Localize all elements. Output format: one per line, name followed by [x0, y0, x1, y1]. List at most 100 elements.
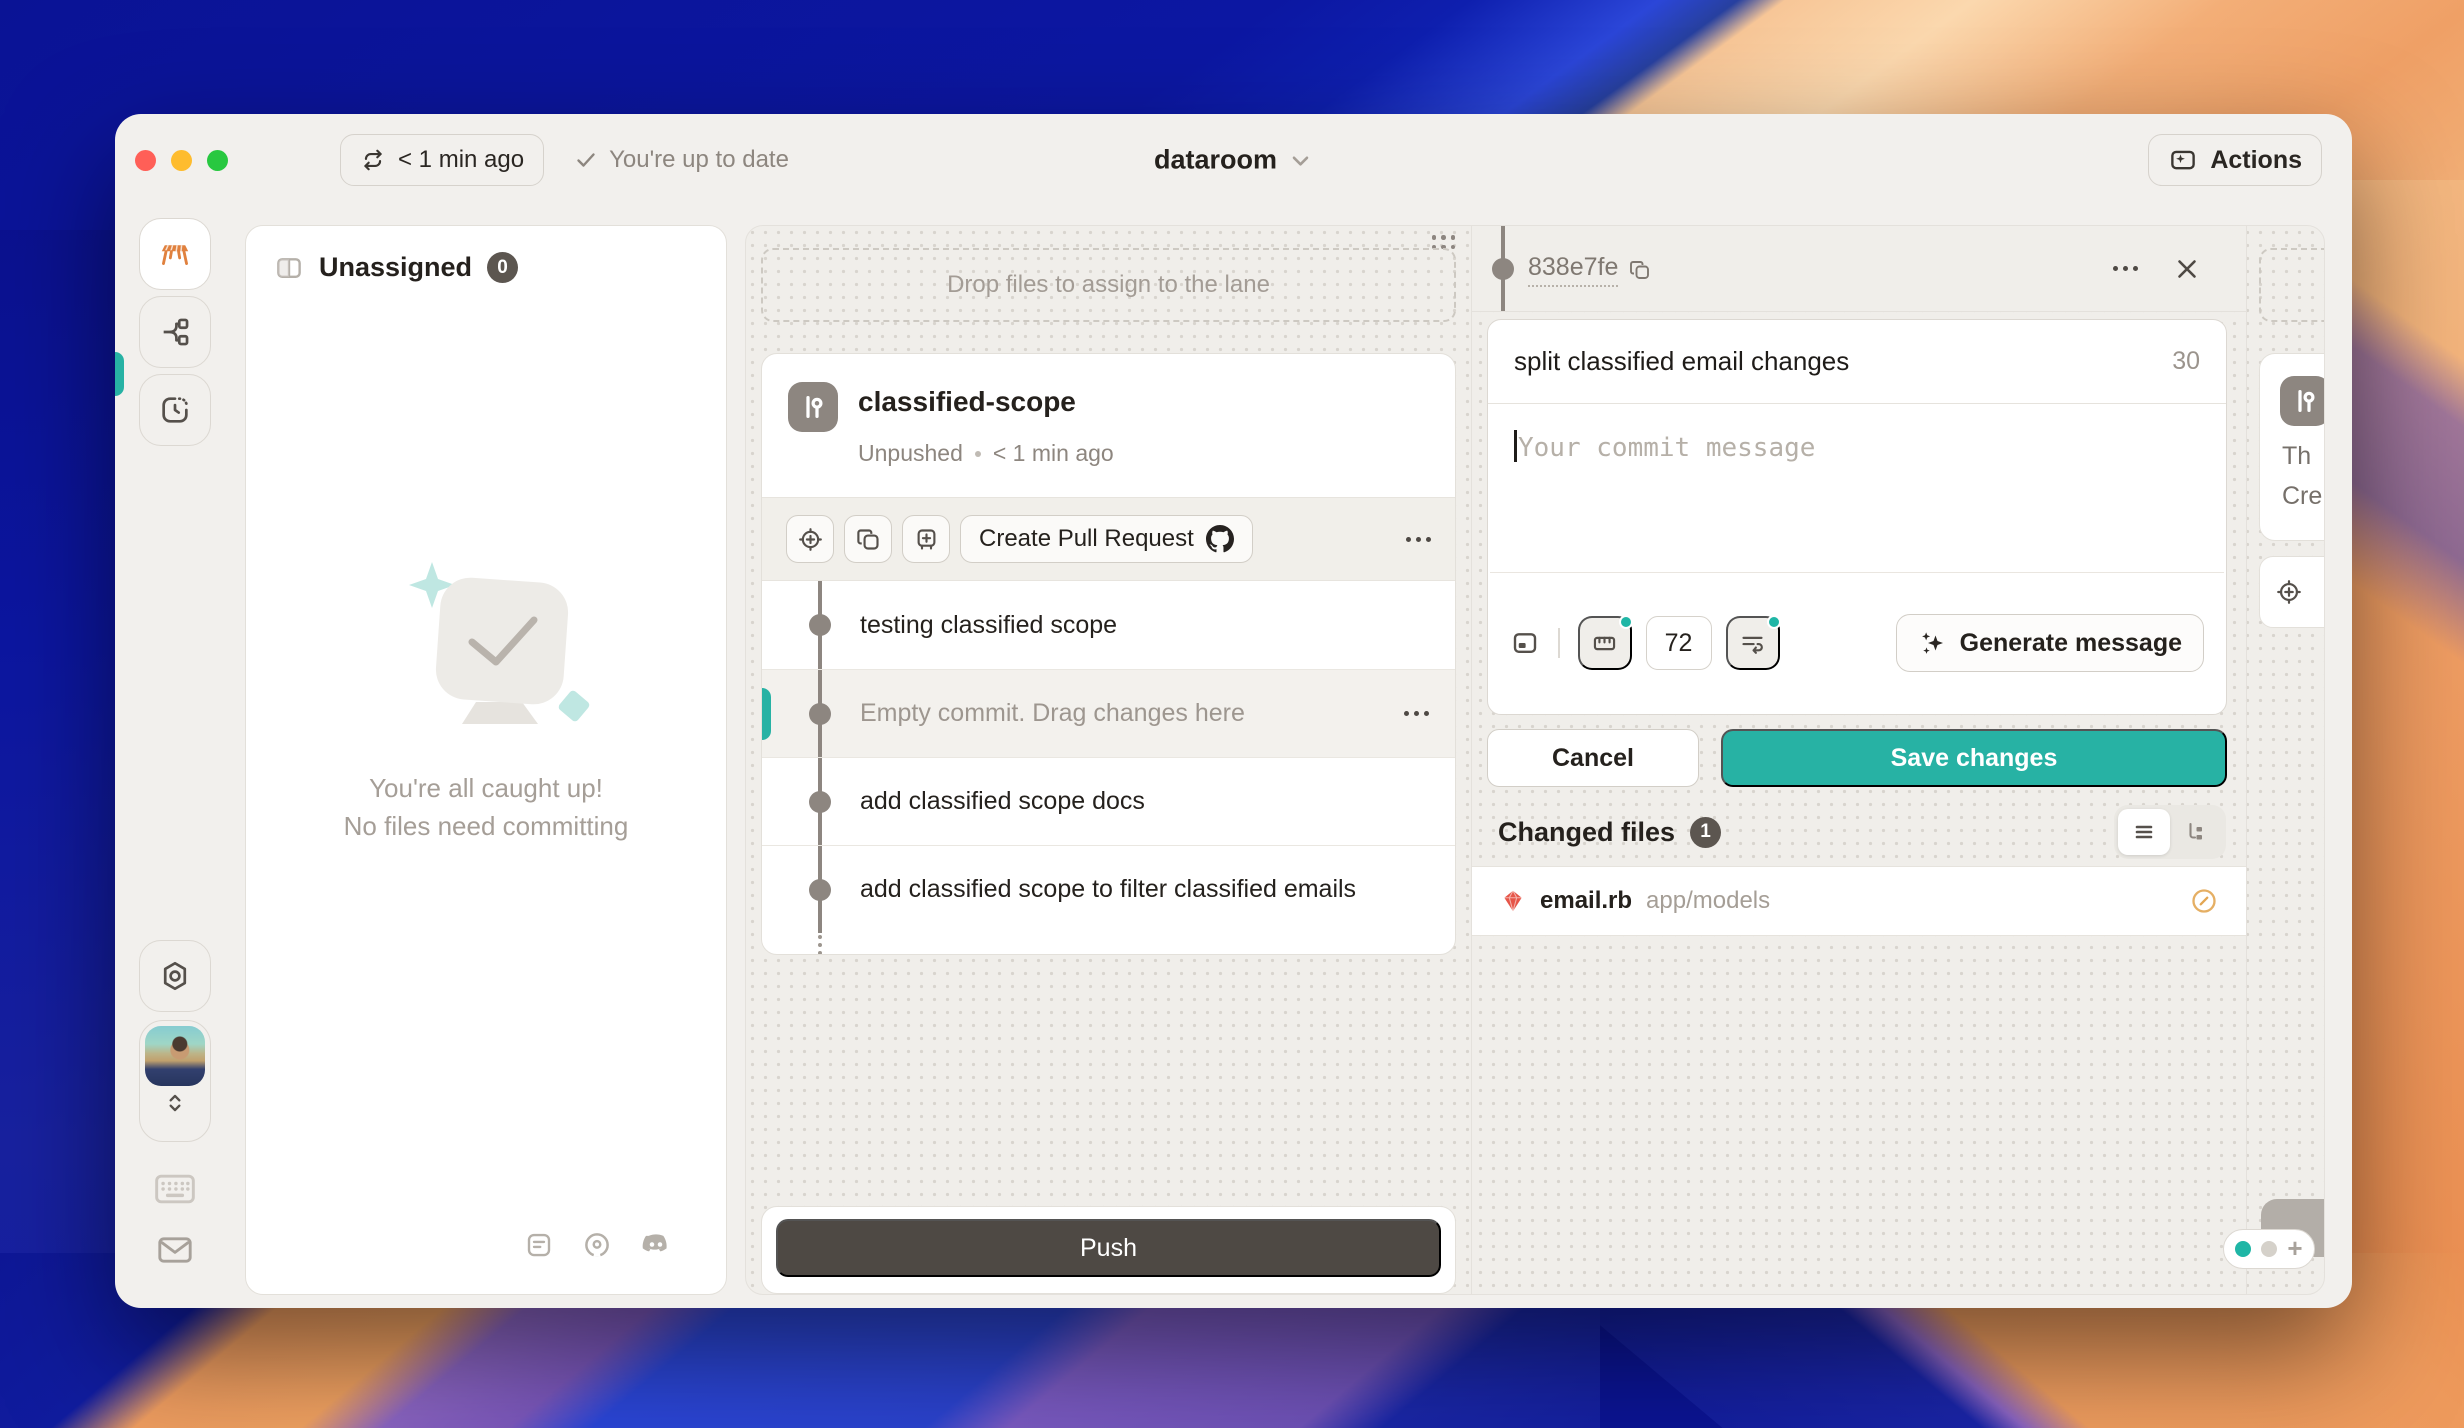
empty-state: You're all caught up! No files need comm… [246, 546, 726, 845]
commit-message-textarea[interactable]: Your commit message [1488, 404, 2226, 572]
commit-dot-icon [809, 614, 831, 636]
assign-target-button[interactable] [2259, 556, 2325, 628]
divider [1558, 628, 1560, 658]
tree-view-button[interactable] [2170, 809, 2222, 855]
drag-handle-icon[interactable] [1432, 235, 1456, 249]
copy-branch-button[interactable] [844, 515, 892, 563]
commit-kebab-menu[interactable] [1404, 711, 1429, 716]
app-window: < 1 min ago You're up to date dataroom A… [115, 114, 2352, 1308]
keyboard-shortcuts-button[interactable] [139, 1172, 211, 1206]
rail-item-branches[interactable] [139, 296, 211, 368]
rail-item-settings[interactable] [139, 940, 211, 1012]
caught-up-illustration [366, 546, 606, 736]
cancel-button[interactable]: Cancel [1487, 729, 1699, 787]
editor-toolbar: 72 [1488, 573, 2226, 713]
push-button[interactable]: Push [776, 1219, 1441, 1277]
enabled-dot [1619, 615, 1633, 629]
user-menu[interactable] [139, 1020, 211, 1142]
title-char-count: 30 [2172, 347, 2200, 376]
up-to-date-status: You're up to date [574, 146, 789, 174]
gear-icon [158, 959, 192, 993]
branch-card[interactable]: Th Cre [2259, 353, 2325, 541]
generate-message-label: Generate message [1960, 629, 2182, 658]
plus-icon[interactable]: + [2287, 1235, 2302, 1261]
lane-footer: Push [761, 1206, 1456, 1294]
rail-item-workspace[interactable] [139, 218, 211, 290]
open-source-button[interactable] [582, 1230, 612, 1260]
list-view-button[interactable] [2118, 809, 2170, 855]
commit-id[interactable]: 838e7fe [1528, 253, 1618, 287]
save-changes-button[interactable]: Save changes [1721, 729, 2227, 787]
left-rail [139, 206, 211, 1308]
wrap-column-input[interactable]: 72 [1646, 616, 1712, 670]
lane-dropzone[interactable] [2259, 248, 2325, 322]
next-lane-peek: Th Cre [2246, 226, 2325, 1294]
assign-target-button[interactable] [786, 515, 834, 563]
unassigned-panel: Unassigned 0 You're all caught up! No fi… [245, 225, 727, 1295]
close-window-button[interactable] [135, 150, 156, 171]
commit-message: add classified scope docs [860, 787, 1145, 816]
page-dot-active[interactable] [2235, 1241, 2251, 1257]
workspace-canvas: Drop files to assign to the lane classif… [745, 225, 2325, 1295]
rail-item-history[interactable] [139, 374, 211, 446]
empty-state-line1: You're all caught up! [246, 770, 726, 808]
check-icon [574, 148, 598, 172]
mail-icon [155, 1234, 195, 1266]
copy-icon[interactable] [1628, 258, 1652, 282]
commit-row[interactable]: testing classified scope [762, 581, 1455, 669]
actions-icon [2168, 145, 2198, 175]
editor-mode-icon[interactable] [1510, 628, 1540, 658]
tree-icon [2184, 820, 2208, 844]
lane-dropzone[interactable]: Drop files to assign to the lane [761, 248, 1456, 322]
create-pull-request-button[interactable]: Create Pull Request [960, 515, 1253, 563]
branch-kebab-menu[interactable] [1406, 537, 1431, 542]
commit-title-input[interactable] [1514, 346, 2172, 377]
ruler-toggle-button[interactable] [1578, 616, 1632, 670]
commit-row[interactable]: add classified scope docs [762, 757, 1455, 845]
branch-header[interactable]: classified-scope Unpushed < 1 min ago [762, 354, 1455, 497]
modified-icon [2190, 887, 2218, 915]
branch-actions-bar: Create Pull Request [762, 497, 1455, 581]
feedback-button[interactable] [139, 1234, 211, 1266]
commit-detail-panel: 838e7fe 30 [1471, 226, 2246, 1294]
save-changes-label: Save changes [1891, 744, 2058, 773]
commit-detail-header: 838e7fe [1472, 226, 2246, 312]
commit-message: add classified scope to filter classifie… [860, 875, 1356, 904]
sync-button[interactable]: < 1 min ago [340, 134, 544, 186]
branch-time: < 1 min ago [993, 440, 1114, 467]
minimize-window-button[interactable] [171, 150, 192, 171]
text-caret [1514, 430, 1517, 462]
discord-button[interactable] [640, 1232, 672, 1258]
github-icon [1206, 525, 1234, 553]
commit-detail-kebab-menu[interactable] [2113, 266, 2138, 271]
add-dependent-branch-button[interactable] [902, 515, 950, 563]
traffic-lights [135, 150, 228, 171]
selected-commit-indicator [762, 688, 771, 740]
wrap-toggle-button[interactable] [1726, 616, 1780, 670]
sync-icon [360, 147, 386, 173]
lane-pagination[interactable]: + [2223, 1229, 2315, 1269]
file-name: email.rb [1540, 887, 1632, 915]
branch-glyph-icon [788, 382, 838, 432]
commit-row-selected[interactable]: Empty commit. Drag changes here [762, 669, 1455, 757]
changed-file-row[interactable]: email.rb app/models [1472, 866, 2246, 936]
zoom-window-button[interactable] [207, 150, 228, 171]
list-icon [2132, 820, 2156, 844]
unassigned-count-badge: 0 [487, 252, 518, 283]
branch-card: classified-scope Unpushed < 1 min ago [761, 353, 1456, 955]
chevron-down-icon [1287, 147, 1313, 173]
actions-button[interactable]: Actions [2148, 134, 2322, 186]
generate-message-button[interactable]: Generate message [1896, 614, 2204, 672]
commit-message: testing classified scope [860, 611, 1117, 640]
keyboard-icon [153, 1172, 197, 1206]
commit-edit-card: 30 Your commit message [1487, 319, 2227, 715]
page-dot[interactable] [2261, 1241, 2277, 1257]
last-sync-label: < 1 min ago [398, 146, 524, 174]
peek-text-line: Th [2282, 442, 2311, 471]
commit-row[interactable]: add classified scope to filter classifie… [762, 845, 1455, 933]
project-switcher[interactable]: dataroom [1154, 145, 1313, 176]
close-icon[interactable] [2172, 254, 2202, 284]
branch-glyph-icon [2280, 376, 2325, 426]
cancel-label: Cancel [1552, 744, 1634, 773]
release-notes-button[interactable] [524, 1230, 554, 1260]
